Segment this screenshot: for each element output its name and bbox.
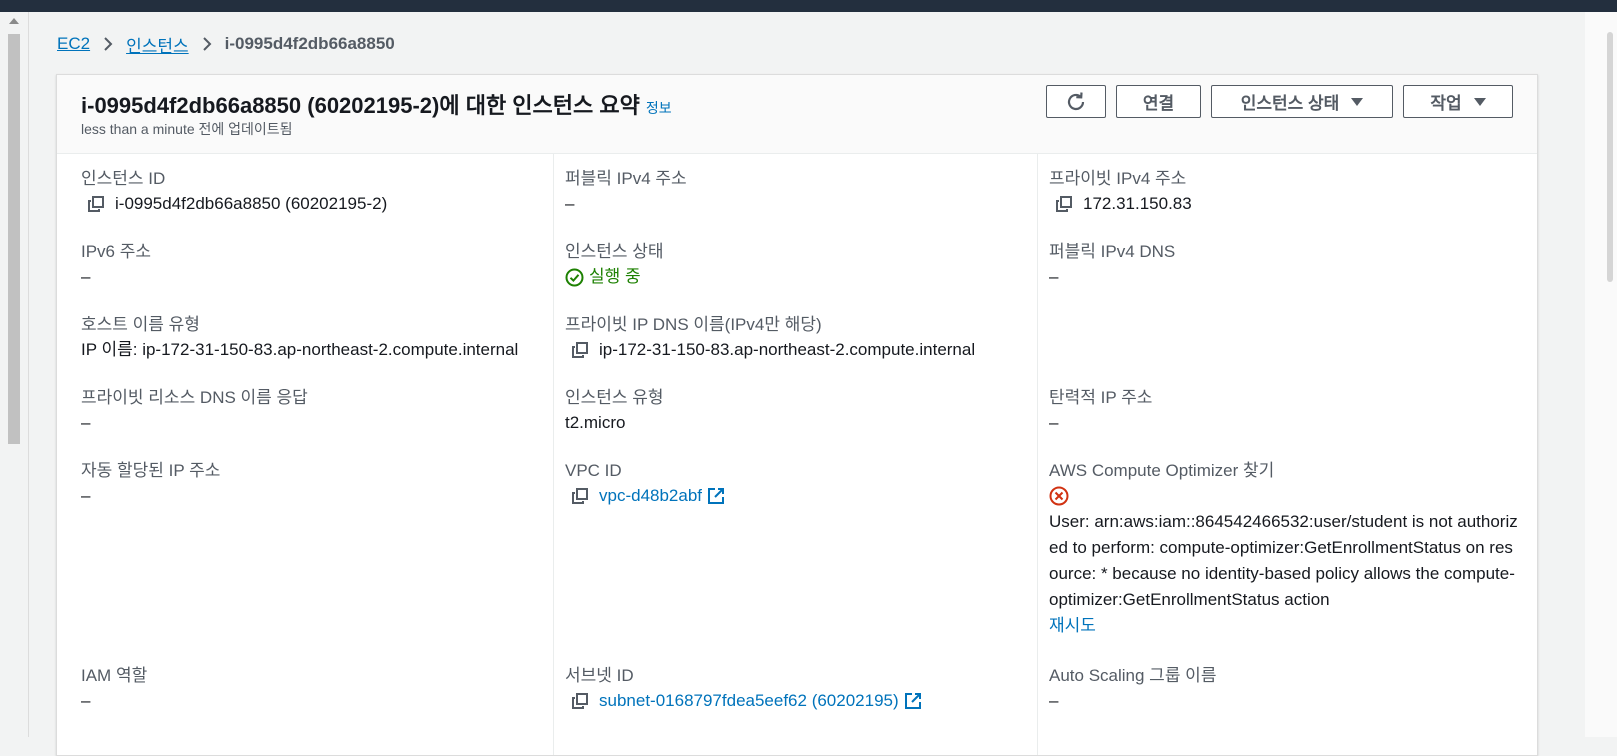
scrollbar-thumb[interactable] <box>1607 32 1613 282</box>
field-private-dns: 프라이빗 IP DNS 이름(IPv4만 해당) ip-172-31-150-8… <box>565 313 975 363</box>
instance-state-dropdown-label: 인스턴스 상태 <box>1240 94 1340 113</box>
field-instance-state: 인스턴스 상태 실행 중 <box>565 240 664 290</box>
private-resource-dns-value: – <box>81 413 91 432</box>
subnet-id-link[interactable]: subnet-0168797fdea5eef62 (60202195) <box>599 688 899 714</box>
field-public-ipv4: 퍼블릭 IPv4 주소 – <box>565 167 687 217</box>
retry-link[interactable]: 재시도 <box>1049 613 1519 639</box>
auto-ip-value: – <box>81 486 91 505</box>
connect-button-label: 연결 <box>1142 94 1175 113</box>
field-value: ip-172-31-150-83.ap-northeast-2.compute.… <box>565 337 975 363</box>
instance-summary-panel: i-0995d4f2db66a8850 (60202195-2)에 대한 인스턴… <box>56 74 1538 756</box>
field-compute-optimizer: AWS Compute Optimizer 찾기 User: arn:aws:i… <box>1049 459 1519 639</box>
field-private-resource-dns: 프라이빗 리소스 DNS 이름 응답 – <box>81 386 308 436</box>
field-label: 퍼블릭 IPv4 주소 <box>565 169 687 188</box>
field-label: 자동 할당된 IP 주소 <box>81 461 221 480</box>
field-value: i-0995d4f2db66a8850 (60202195-2) <box>81 191 387 217</box>
field-instance-type: 인스턴스 유형 t2.micro <box>565 386 664 436</box>
field-hostname-type: 호스트 이름 유형 IP 이름: ip-172-31-150-83.ap-nor… <box>81 313 518 363</box>
public-ipv4-value: – <box>565 194 575 213</box>
field-elastic-ip: 탄력적 IP 주소 – <box>1049 386 1152 436</box>
console-top-bar <box>0 0 1617 12</box>
column-divider <box>1037 154 1038 755</box>
actions-dropdown[interactable]: 작업 <box>1403 85 1513 118</box>
chevron-right-icon <box>202 37 212 51</box>
instance-state-dropdown[interactable]: 인스턴스 상태 <box>1211 85 1393 118</box>
actions-dropdown-label: 작업 <box>1430 94 1462 113</box>
left-scrollbar[interactable] <box>0 12 29 737</box>
field-label: VPC ID <box>565 461 622 480</box>
private-dns-value: ip-172-31-150-83.ap-northeast-2.compute.… <box>599 340 976 359</box>
field-value: subnet-0168797fdea5eef62 (60202195) <box>565 688 922 714</box>
vpc-id-link[interactable]: vpc-d48b2abf <box>599 483 702 509</box>
error-x-icon <box>1049 486 1069 506</box>
field-label: 호스트 이름 유형 <box>81 315 200 334</box>
asg-name-value: – <box>1049 691 1059 710</box>
copy-icon[interactable] <box>571 341 589 359</box>
iam-role-value: – <box>81 691 91 710</box>
field-label: 인스턴스 상태 <box>565 242 664 261</box>
breadcrumb-current: i-0995d4f2db66a8850 <box>224 34 395 53</box>
compute-optimizer-error-message: User: arn:aws:iam::864542466532:user/stu… <box>1049 512 1518 609</box>
copy-icon[interactable] <box>87 195 105 213</box>
field-instance-id: 인스턴스 ID i-0995d4f2db66a8850 (60202195-2) <box>81 167 387 217</box>
breadcrumb: EC2 인스턴스 i-0995d4f2db66a8850 <box>57 31 395 57</box>
field-value: 172.31.150.83 <box>1049 191 1192 217</box>
panel-header: i-0995d4f2db66a8850 (60202195-2)에 대한 인스턴… <box>57 75 1537 154</box>
field-value <box>1049 483 1519 509</box>
field-value: vpc-d48b2abf <box>565 483 725 509</box>
ipv6-value: – <box>81 267 91 286</box>
copy-icon[interactable] <box>571 487 589 505</box>
caret-down-icon <box>1351 97 1364 106</box>
column-divider <box>553 154 554 755</box>
chevron-right-icon <box>104 37 113 51</box>
field-public-dns: 퍼블릭 IPv4 DNS – <box>1049 240 1175 290</box>
hostname-type-value: IP 이름: ip-172-31-150-83.ap-northeast-2.c… <box>81 340 519 359</box>
field-vpc-id: VPC ID vpc-d48b2abf <box>565 459 725 509</box>
right-scrollbar[interactable] <box>1585 12 1617 737</box>
private-ipv4-value: 172.31.150.83 <box>1083 194 1192 213</box>
public-dns-value: – <box>1049 267 1059 286</box>
field-label: 퍼블릭 IPv4 DNS <box>1049 242 1176 261</box>
instance-id-value: i-0995d4f2db66a8850 (60202195-2) <box>115 194 388 213</box>
last-updated-text: less than a minute 전에 업데이트됨 <box>81 121 293 137</box>
field-label: 프라이빗 리소스 DNS 이름 응답 <box>81 388 308 407</box>
breadcrumb-ec2-link[interactable]: EC2 <box>57 34 90 54</box>
field-label: 인스턴스 유형 <box>565 388 664 407</box>
field-ipv6: IPv6 주소 – <box>81 240 151 290</box>
field-label: Auto Scaling 그룹 이름 <box>1049 666 1217 685</box>
field-value: 실행 중 <box>565 264 664 290</box>
copy-icon[interactable] <box>1055 195 1073 213</box>
success-check-icon <box>565 268 584 286</box>
field-iam-role: IAM 역할 – <box>81 664 147 714</box>
copy-icon[interactable] <box>571 692 589 710</box>
field-label: 인스턴스 ID <box>81 169 166 188</box>
field-label: IPv6 주소 <box>81 242 152 261</box>
field-label: AWS Compute Optimizer 찾기 <box>1049 461 1275 480</box>
field-private-ipv4: 프라이빗 IPv4 주소 172.31.150.83 <box>1049 167 1192 217</box>
page-title: i-0995d4f2db66a8850 (60202195-2)에 대한 인스턴… <box>81 88 672 120</box>
page-title-text: i-0995d4f2db66a8850 (60202195-2)에 대한 인스턴… <box>81 93 640 118</box>
field-asg-name: Auto Scaling 그룹 이름 – <box>1049 664 1216 714</box>
connect-button[interactable]: 연결 <box>1116 85 1201 118</box>
scrollbar-thumb[interactable] <box>8 34 20 444</box>
field-label: 서브넷 ID <box>565 666 634 685</box>
field-label: 프라이빗 IP DNS 이름(IPv4만 해당) <box>565 315 822 334</box>
field-label: 프라이빗 IPv4 주소 <box>1049 169 1187 188</box>
refresh-button[interactable] <box>1046 85 1106 118</box>
external-link-icon[interactable] <box>904 692 922 710</box>
instance-state-value: 실행 중 <box>589 267 641 286</box>
field-label: IAM 역할 <box>81 666 148 685</box>
refresh-icon <box>1067 91 1085 110</box>
field-label: 탄력적 IP 주소 <box>1049 388 1153 407</box>
elastic-ip-value: – <box>1049 413 1059 432</box>
details-grid: 인스턴스 ID i-0995d4f2db66a8850 (60202195-2)… <box>57 154 1537 755</box>
scroll-up-arrow-icon[interactable] <box>9 18 19 24</box>
instance-type-value: t2.micro <box>565 413 626 432</box>
external-link-icon[interactable] <box>707 487 725 505</box>
field-auto-ip: 자동 할당된 IP 주소 – <box>81 459 220 509</box>
caret-down-icon <box>1473 97 1486 106</box>
field-subnet-id: 서브넷 ID subnet-0168797fdea5eef62 (6020219… <box>565 664 922 714</box>
info-link[interactable]: 정보 <box>646 100 672 116</box>
breadcrumb-instances-link[interactable]: 인스턴스 <box>126 32 189 57</box>
